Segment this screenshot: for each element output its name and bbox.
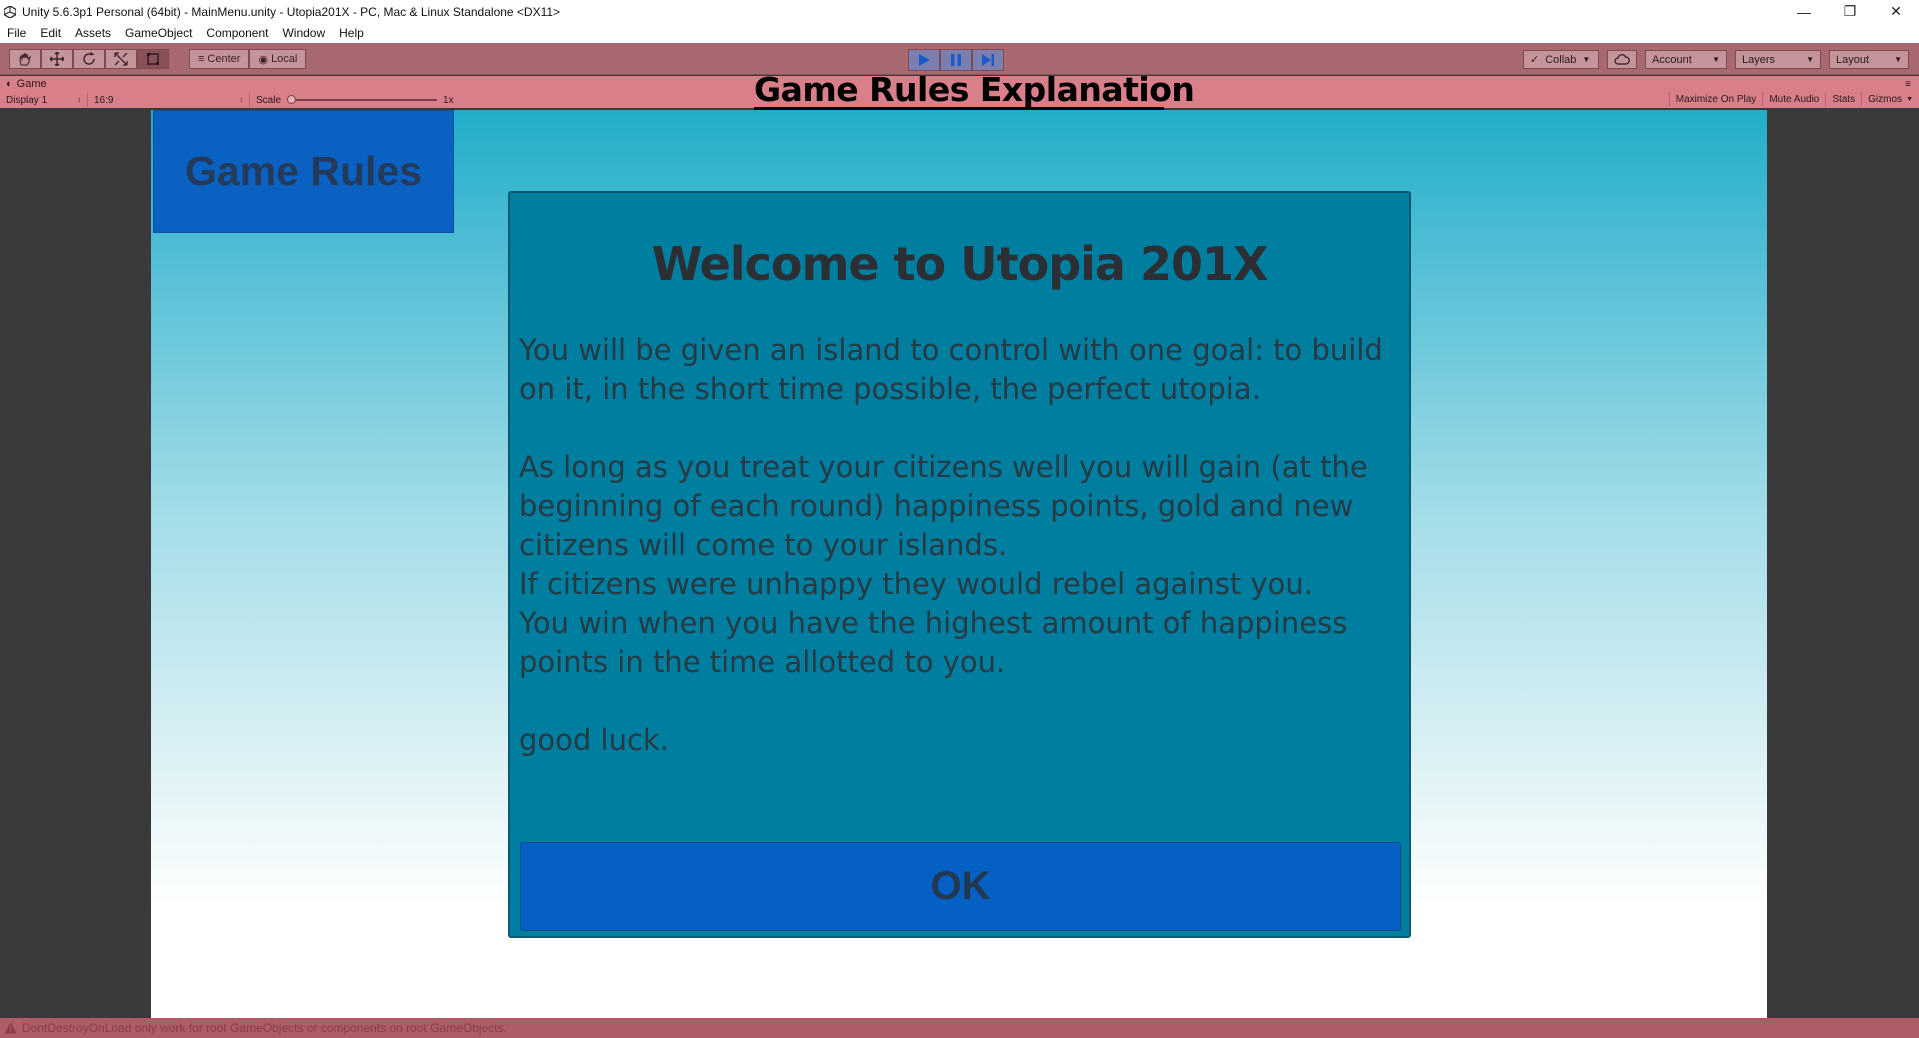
panel-menu-icon[interactable]: ≡ (1905, 79, 1911, 90)
rules-paragraph-win-condition: You win when you have the highest amount… (519, 606, 1348, 679)
chevron-down-icon: ▼ (1712, 55, 1720, 64)
local-label: Local (271, 53, 298, 65)
display-dropdown[interactable]: Display 1 ↕ (0, 93, 88, 107)
layers-dropdown[interactable]: Layers ▼ (1735, 50, 1821, 69)
gizmos-label: Gizmos (1868, 93, 1903, 105)
rules-paragraph-rewards: As long as you treat your citizens well … (519, 450, 1368, 562)
chevron-down-icon: ▼ (1582, 55, 1591, 64)
menu-component[interactable]: Component (199, 26, 275, 40)
dialog-title: Welcome to Utopia 201X (651, 237, 1269, 291)
game-tab-icon: ◐ (6, 78, 13, 90)
layout-label: Layout (1836, 53, 1870, 66)
close-icon[interactable]: ✕ (1873, 0, 1919, 23)
layout-dropdown[interactable]: Layout ▼ (1829, 50, 1909, 69)
game-tab-label: Game (16, 78, 47, 90)
mute-audio-toggle[interactable]: Mute Audio (1762, 92, 1825, 106)
menu-gameobject[interactable]: GameObject (118, 26, 199, 40)
window-title: Unity 5.6.3p1 Personal (64bit) - MainMen… (22, 4, 561, 19)
move-icon (50, 52, 64, 66)
welcome-dialog: Welcome to Utopia 201X You will be given… (508, 191, 1411, 938)
playback-controls (908, 49, 1004, 71)
scale-control[interactable]: Scale 1x (250, 93, 460, 107)
play-icon (919, 54, 930, 66)
stats-toggle[interactable]: Stats (1825, 92, 1861, 106)
display-label: Display 1 (6, 94, 48, 106)
status-bar[interactable]: DontDestroyOnLoad only work for root Gam… (0, 1018, 1919, 1038)
status-message: DontDestroyOnLoad only work for root Gam… (22, 1021, 507, 1035)
cloud-icon (1614, 54, 1630, 65)
aspect-label: 16:9 (94, 94, 114, 106)
rules-paragraph-rebellion: If citizens were unhappy they would rebe… (519, 567, 1313, 601)
chevron-down-icon: ▼ (1806, 55, 1814, 64)
scale-tool-button[interactable] (105, 49, 137, 69)
right-toolbar: ✓ Collab ▼ Account ▼ Layers ▼ Layout ▼ (1523, 50, 1909, 69)
scale-value: 1x (443, 94, 454, 106)
rect-tool-button[interactable] (137, 49, 169, 69)
menu-assets[interactable]: Assets (68, 26, 118, 40)
game-view-toggles: Maximize On Play Mute Audio Stats Gizmos… (1668, 92, 1919, 108)
restore-icon[interactable]: ❐ (1827, 0, 1873, 23)
rotate-icon (83, 52, 95, 65)
scale-slider[interactable] (287, 95, 438, 104)
dialog-body: You will be given an island to control w… (519, 331, 1399, 760)
center-icon: ≡ (198, 53, 205, 65)
scale-label: Scale (256, 94, 282, 106)
local-icon: ◉ (258, 53, 269, 66)
rect-transform-icon (147, 53, 159, 65)
pivot-toggles: ≡ Center ◉ Local (189, 49, 307, 69)
collab-check-icon: ✓ (1530, 54, 1540, 66)
rules-paragraph-good-luck: good luck. (519, 723, 669, 757)
pause-button[interactable] (940, 49, 972, 71)
warning-icon (4, 1021, 18, 1035)
layers-label: Layers (1742, 53, 1776, 66)
pivot-local-button[interactable]: ◉ Local (249, 49, 307, 69)
chevron-down-icon: ▼ (1906, 95, 1913, 103)
move-tool-button[interactable] (41, 49, 73, 69)
tab-game[interactable]: ◐ Game (6, 78, 47, 90)
hand-tool-button[interactable] (9, 49, 41, 69)
maximize-on-play-toggle[interactable]: Maximize On Play (1668, 92, 1763, 106)
menu-help[interactable]: Help (332, 26, 371, 40)
minimize-icon[interactable]: — (1781, 0, 1827, 23)
pivot-center-button[interactable]: ≡ Center (189, 49, 250, 69)
transform-tools (9, 49, 169, 69)
account-dropdown[interactable]: Account ▼ (1645, 50, 1727, 69)
step-button[interactable] (972, 49, 1004, 71)
chevron-updown-icon: ↕ (77, 96, 82, 104)
chevron-updown-icon: ↕ (239, 96, 244, 104)
collab-label: Collab (1545, 53, 1577, 66)
menu-edit[interactable]: Edit (33, 26, 68, 40)
rotate-tool-button[interactable] (73, 49, 105, 69)
game-rules-tab[interactable]: Game Rules (153, 110, 454, 233)
menu-file[interactable]: File (0, 26, 33, 40)
scale-icon (114, 52, 128, 66)
hand-icon (19, 52, 31, 66)
aspect-dropdown[interactable]: 16:9 ↕ (88, 93, 250, 107)
ok-button[interactable]: OK (520, 842, 1401, 931)
step-icon (982, 54, 994, 66)
unity-logo-icon (2, 4, 18, 20)
play-button[interactable] (908, 49, 940, 71)
collab-dropdown[interactable]: ✓ Collab ▼ (1523, 50, 1599, 69)
gizmos-dropdown[interactable]: Gizmos ▼ (1861, 92, 1919, 106)
chevron-down-icon: ▼ (1894, 55, 1902, 64)
menu-window[interactable]: Window (275, 26, 332, 40)
center-label: Center (207, 53, 241, 65)
scale-slider-thumb[interactable] (287, 95, 297, 104)
ok-label: OK (930, 864, 991, 908)
page-heading: Game Rules Explanation (754, 70, 1195, 110)
menu-bar: File Edit Assets GameObject Component Wi… (0, 23, 1919, 43)
account-label: Account (1652, 53, 1692, 66)
rules-paragraph-goal: You will be given an island to control w… (519, 333, 1383, 406)
game-rules-tab-label: Game Rules (185, 148, 422, 194)
pause-icon (951, 54, 961, 66)
window-title-bar: Unity 5.6.3p1 Personal (64bit) - MainMen… (0, 0, 1919, 23)
cloud-button[interactable] (1607, 50, 1637, 69)
